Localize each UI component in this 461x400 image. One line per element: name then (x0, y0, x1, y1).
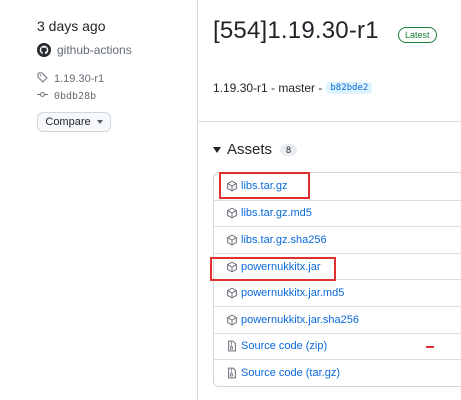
package-icon (226, 180, 238, 192)
asset-link[interactable]: powernukkitx.jar (241, 261, 320, 273)
tag-label: 1.19.30-r1 (54, 73, 105, 85)
asset-link[interactable]: powernukkitx.jar.md5 (241, 287, 344, 299)
release-tag[interactable]: 1.19.30-r1 (37, 72, 104, 86)
release-title[interactable]: [554]1.19.30-r1 (213, 17, 379, 45)
commit-icon (37, 89, 48, 103)
asset-row-libs-tar-gz-sha256[interactable]: libs.tar.gz.sha256 (214, 226, 461, 253)
package-icon (226, 207, 238, 219)
release-subline-text: 1.19.30-r1 - master - (213, 81, 323, 95)
release-commit[interactable]: 0bdb28b (37, 89, 96, 103)
commit-hash-link[interactable]: b82bde2 (326, 82, 373, 94)
asset-link[interactable]: Source code (241, 340, 303, 352)
asset-link[interactable]: Source code (241, 367, 303, 379)
file-zip-icon (226, 367, 238, 379)
file-zip-icon (226, 340, 238, 352)
asset-row-source-zip[interactable]: Source code (zip) (214, 332, 461, 360)
release-author-name: github-actions (57, 43, 132, 57)
assets-heading: Assets (227, 141, 273, 158)
assets-count-badge: 8 (280, 143, 298, 156)
release-sidebar: 3 days ago github-actions 1.19.30-r1 0bd… (0, 0, 197, 400)
red-mark (426, 346, 434, 348)
tag-icon (37, 72, 48, 86)
assets-toggle[interactable]: Assets 8 (213, 141, 298, 158)
asset-row-powernukkitx-jar[interactable]: powernukkitx.jar (214, 252, 461, 280)
asset-row-libs-tar-gz-md5[interactable]: libs.tar.gz.md5 (214, 199, 461, 227)
package-icon (226, 234, 238, 246)
assets-list: libs.tar.gz libs.tar.gz.md5 libs.tar.gz.… (213, 172, 461, 387)
asset-link[interactable]: libs.tar.gz.md5 (241, 207, 312, 219)
github-avatar-icon (37, 43, 51, 57)
release-date: 3 days ago (37, 18, 106, 34)
package-icon (226, 261, 238, 273)
asset-link[interactable]: powernukkitx.jar.sha256 (241, 314, 359, 326)
asset-link[interactable]: libs.tar.gz (241, 180, 287, 192)
compare-button[interactable]: Compare (37, 112, 111, 132)
asset-row-libs-tar-gz[interactable]: libs.tar.gz (214, 173, 461, 200)
asset-row-powernukkitx-jar-md5[interactable]: powernukkitx.jar.md5 (214, 279, 461, 306)
asset-suffix: (zip) (305, 340, 328, 353)
package-icon (226, 287, 238, 299)
asset-row-source-tar-gz[interactable]: Source code (tar.gz) (214, 359, 461, 386)
chevron-down-icon (96, 120, 103, 124)
release-subline: 1.19.30-r1 - master - b82bde2 (213, 81, 373, 95)
compare-label: Compare (45, 116, 91, 128)
package-icon (226, 314, 238, 326)
asset-link[interactable]: libs.tar.gz.sha256 (241, 234, 327, 246)
release-author[interactable]: github-actions (37, 43, 132, 57)
release-main: [554]1.19.30-r1 Latest 1.19.30-r1 - mast… (198, 0, 461, 400)
triangle-down-icon (213, 146, 221, 153)
asset-row-powernukkitx-jar-sha256[interactable]: powernukkitx.jar.sha256 (214, 305, 461, 333)
asset-suffix: (tar.gz) (305, 366, 340, 379)
latest-badge: Latest (398, 27, 437, 43)
section-divider (198, 121, 461, 122)
commit-label: 0bdb28b (54, 90, 97, 102)
